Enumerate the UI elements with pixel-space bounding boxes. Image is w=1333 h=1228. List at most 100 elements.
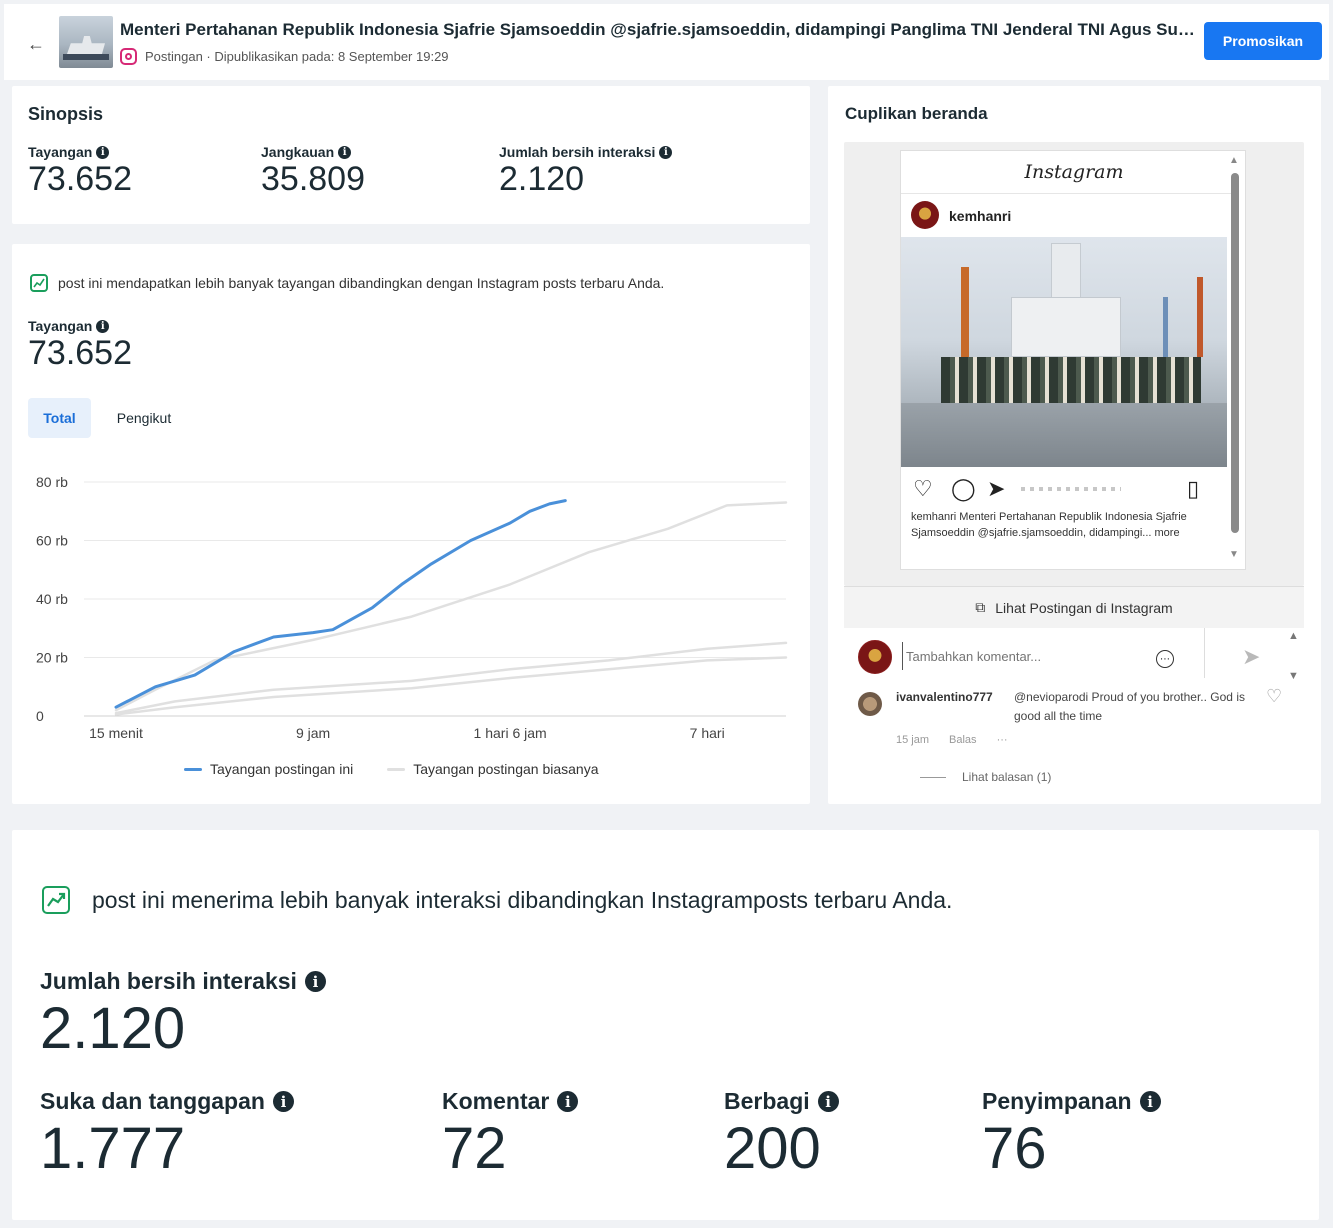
- info-icon[interactable]: i: [817, 1091, 839, 1112]
- trend-up-icon: [42, 886, 70, 914]
- external-link-icon: ⧉: [975, 599, 986, 615]
- share-icon[interactable]: ➤: [987, 477, 1005, 501]
- views-metric-value: 73.652: [28, 334, 132, 372]
- metric-reach-label: Jangkauan: [261, 144, 335, 160]
- post-thumbnail: [59, 16, 113, 68]
- scroll-down-icon[interactable]: ▼: [1288, 670, 1299, 682]
- send-icon[interactable]: ➤: [1242, 644, 1260, 670]
- y-tick-label: 60 rb: [36, 533, 68, 549]
- y-tick-label: 40 rb: [36, 591, 68, 607]
- back-arrow-icon[interactable]: ←: [22, 30, 50, 58]
- trend-up-icon: [30, 274, 48, 292]
- view-replies-link[interactable]: Lihat balasan (1): [920, 770, 1051, 784]
- likes-value: 1.777: [40, 1116, 186, 1181]
- carousel-dots: [1021, 487, 1121, 491]
- scroll-up-icon[interactable]: ▲: [1229, 155, 1239, 166]
- comment-time: 15 jam: [896, 734, 930, 746]
- bookmark-icon[interactable]: ▯: [1187, 477, 1199, 501]
- metric-reach: Jangkauan i 35.809: [261, 144, 365, 199]
- avatar[interactable]: [911, 201, 939, 229]
- metric-reach-value: 35.809: [261, 160, 365, 198]
- legend-label: Tayangan postingan ini: [210, 761, 354, 777]
- shares-value: 200: [724, 1116, 821, 1181]
- y-tick-label: 80 rb: [36, 474, 68, 490]
- x-tick-label: 1 hari 6 jam: [474, 725, 547, 741]
- info-icon[interactable]: i: [1139, 1091, 1161, 1112]
- total-interactions-value: 2.120: [40, 996, 186, 1061]
- more-options-icon[interactable]: ···: [997, 734, 1008, 746]
- legend-swatch: [387, 767, 406, 771]
- heart-icon[interactable]: ♡: [913, 477, 933, 501]
- comment-icon[interactable]: ◯: [951, 477, 976, 501]
- likes-label: Suka dan tanggapan: [40, 1088, 265, 1114]
- saves-metric: Penyimpanan i 76: [982, 1088, 1161, 1182]
- x-tick-label: 9 jam: [296, 725, 330, 741]
- heart-icon[interactable]: ♡: [1266, 686, 1282, 707]
- post-caption: kemhanri Menteri Pertahanan Republik Ind…: [911, 511, 1187, 539]
- info-icon[interactable]: i: [96, 145, 110, 159]
- info-icon[interactable]: i: [96, 319, 110, 333]
- legend-label: Tayangan postingan biasanya: [413, 761, 599, 777]
- views-comparison-note: post ini mendapatkan lebih banyak tayang…: [30, 274, 664, 292]
- comment-username[interactable]: ivanvalentino777: [896, 690, 993, 704]
- preview-frame: Instagram kemhanri ♡ ◯ ➤ ▯ kemhanri Ment…: [844, 142, 1304, 586]
- metric-interactions: Jumlah bersih interaksi i 2.120: [499, 144, 673, 199]
- metric-views: Tayangan i 73.652: [28, 144, 132, 199]
- legend-item-this-post: Tayangan postingan ini: [184, 761, 353, 777]
- interactions-note-text: post ini menerima lebih banyak interaksi…: [92, 886, 953, 913]
- scroll-up-icon[interactable]: ▲: [1288, 630, 1299, 642]
- y-tick-label: 20 rb: [36, 650, 68, 666]
- post-meta-text: Postingan · Dipublikasikan pada: 8 Septe…: [145, 49, 449, 64]
- views-line-chart: 80 rb 60 rb 40 rb 20 rb 0 15 menit 9 jam 1 hari…: [36, 474, 788, 741]
- tab-total[interactable]: Total: [28, 398, 91, 438]
- series-line-typical: [114, 501, 788, 712]
- feed-preview-card: Cuplikan beranda Instagram kemhanri ♡ ◯ …: [828, 86, 1321, 804]
- saves-value: 76: [982, 1116, 1047, 1181]
- synopsis-title: Sinopsis: [28, 104, 104, 124]
- views-note-text: post ini mendapatkan lebih banyak tayang…: [58, 275, 665, 291]
- info-icon[interactable]: i: [272, 1091, 294, 1112]
- avatar: [858, 640, 892, 674]
- comments-label: Komentar: [442, 1088, 550, 1114]
- info-icon[interactable]: i: [557, 1091, 579, 1112]
- chart-legend: Tayangan postingan ini Tayangan postinga…: [184, 761, 599, 777]
- reply-link[interactable]: Balas: [949, 734, 977, 746]
- metric-interactions-label: Jumlah bersih interaksi: [499, 144, 656, 160]
- metric-views-value: 73.652: [28, 160, 132, 198]
- shares-metric: Berbagi i 200: [724, 1088, 839, 1182]
- view-replies-label: Lihat balasan (1): [962, 770, 1052, 784]
- instagram-logo: Instagram: [1024, 161, 1124, 183]
- comment-input[interactable]: [902, 642, 1152, 670]
- promote-button[interactable]: Promosikan: [1204, 22, 1322, 60]
- y-tick-label: 0: [36, 708, 44, 724]
- scroll-down-icon[interactable]: ▼: [1229, 549, 1239, 560]
- post-title: Menteri Pertahanan Republik Indonesia Sj…: [120, 20, 1200, 39]
- saves-label: Penyimpanan: [982, 1088, 1132, 1114]
- info-icon[interactable]: i: [338, 145, 352, 159]
- likes-metric: Suka dan tanggapan i 1.777: [40, 1088, 294, 1182]
- total-interactions-label: Jumlah bersih interaksi: [40, 968, 297, 994]
- comment-meta: 15 jam Balas ···: [896, 734, 1008, 746]
- series-line-typical: [114, 656, 788, 716]
- avatar[interactable]: [858, 692, 882, 716]
- legend-swatch: [184, 767, 202, 771]
- comment-section: ⋯ ➤ ▲ ▼ ivanvalentino777 @nevioparodi Pr…: [844, 628, 1304, 798]
- comments-metric: Komentar i 72: [442, 1088, 579, 1182]
- synopsis-card: Sinopsis Tayangan i 73.652 Jangkauan i 35.…: [12, 86, 810, 224]
- info-icon[interactable]: i: [659, 145, 673, 159]
- interactions-card: post ini menerima lebih banyak interaksi…: [12, 830, 1319, 1220]
- metric-views-label: Tayangan: [28, 144, 93, 160]
- post-meta: Postingan · Dipublikasikan pada: 8 Septe…: [120, 48, 449, 65]
- post-photo: [901, 237, 1227, 467]
- x-tick-label: 7 hari: [690, 725, 725, 741]
- post-username[interactable]: kemhanri: [949, 208, 1011, 224]
- preview-title: Cuplikan beranda: [845, 104, 988, 123]
- info-icon[interactable]: i: [304, 971, 326, 992]
- view-on-instagram-label: Lihat Postingan di Instagram: [995, 599, 1173, 616]
- views-chart-card: post ini mendapatkan lebih banyak tayang…: [12, 244, 810, 804]
- scrollbar[interactable]: [1231, 173, 1239, 533]
- instagram-icon: [120, 48, 137, 65]
- view-on-instagram-button[interactable]: ⧉ Lihat Postingan di Instagram: [844, 586, 1304, 628]
- emoji-icon[interactable]: ⋯: [1156, 650, 1174, 668]
- tab-followers[interactable]: Pengikut: [104, 398, 184, 438]
